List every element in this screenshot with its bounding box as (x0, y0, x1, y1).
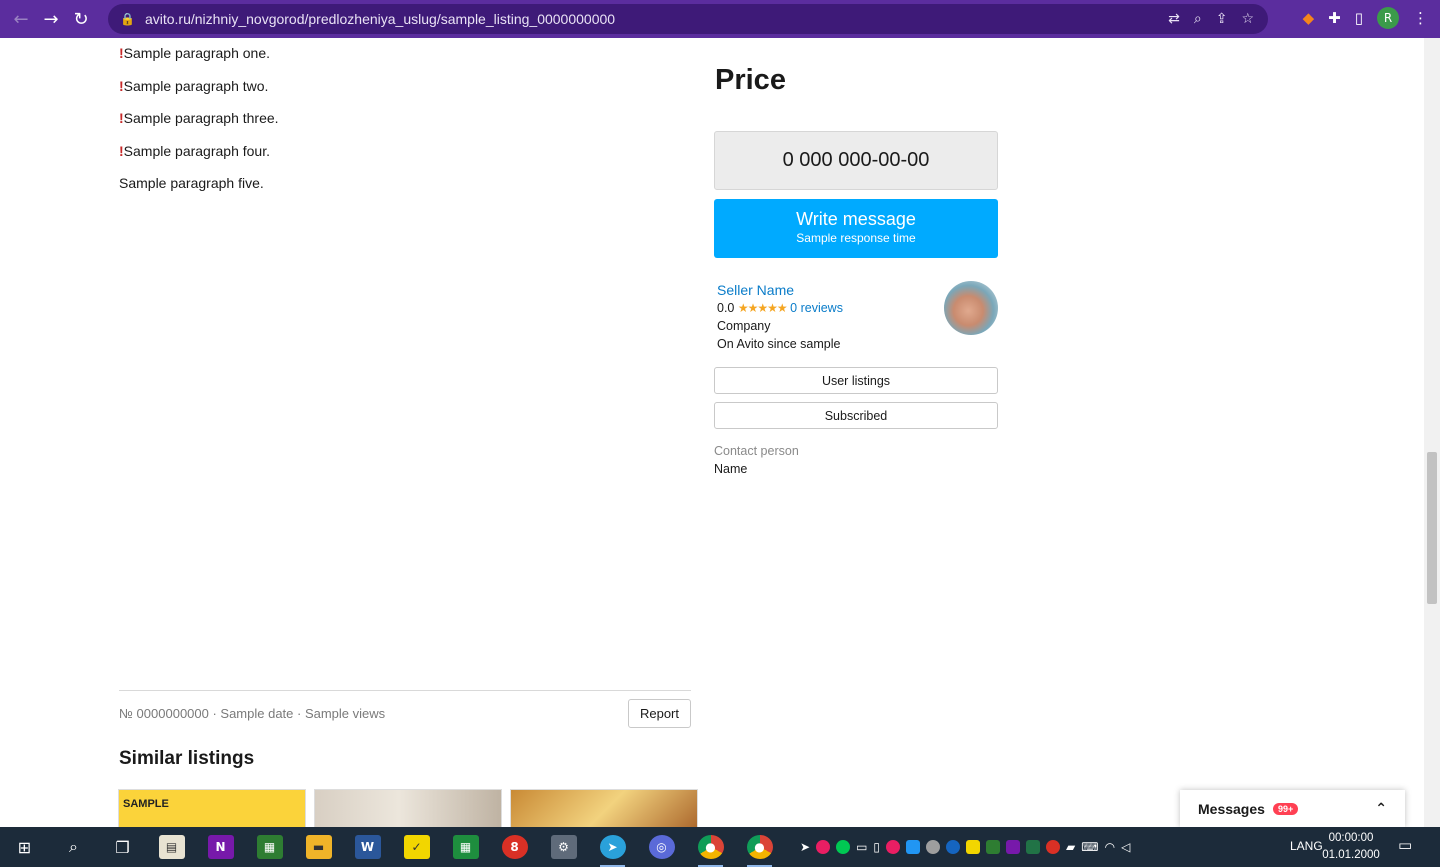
wifi-icon[interactable]: ◠ (1105, 840, 1115, 854)
address-bar[interactable]: 🔒 avito.ru/nizhniy_novgorod/predlozheniy… (108, 4, 1268, 34)
windows-taskbar: ⊞ ⌕ ❐ ▤ N ▦ ▬ W ✓ ▦ 8 ⚙ ➤ ◎ ● ● ➤ ▭ ▯ ▰ … (0, 827, 1440, 867)
yandex-icon[interactable]: 8 (490, 827, 539, 867)
lock-icon[interactable]: 🔒 (120, 12, 135, 26)
word-icon[interactable]: W (343, 827, 392, 867)
reload-icon[interactable]: ↻ (66, 9, 96, 30)
side-panel-icon[interactable]: ▯ (1355, 9, 1363, 27)
language-indicator[interactable]: LANG (1290, 839, 1323, 853)
zoom-icon[interactable]: ⌕ (1194, 11, 1202, 27)
clock-time: 00:00:00 (1328, 832, 1374, 844)
app-tray-icon[interactable] (986, 840, 1001, 854)
similar-title: Similar listings (119, 748, 255, 769)
similar-listing-card[interactable]: SAMPLE (118, 789, 306, 827)
share-icon[interactable]: ⇪ (1216, 11, 1228, 27)
system-tray: ➤ ▭ ▯ ▰ ⌨ ◠ ◁ (800, 827, 1130, 867)
chrome-profile-icon[interactable]: ● (735, 827, 784, 867)
browser-toolbar: ← → ↻ 🔒 avito.ru/nizhniy_novgorod/predlo… (0, 0, 1440, 38)
seller-avatar[interactable] (944, 281, 998, 335)
listing-info: № 0000000000 · Sample date · Sample view… (119, 706, 386, 721)
chart-app-icon[interactable]: ▦ (245, 827, 294, 867)
onenote-icon[interactable]: N (196, 827, 245, 867)
description-paragraph: !Sample paragraph one. (119, 45, 270, 61)
chevron-up-icon[interactable]: ⌃ (1375, 801, 1387, 817)
clock[interactable]: 00:00:00 01.01.2000 (1320, 830, 1382, 864)
profile-avatar[interactable]: R (1377, 7, 1399, 29)
chrome-icon[interactable]: ● (686, 827, 735, 867)
write-message-button[interactable]: Write message Sample response time (714, 199, 998, 258)
sheets-icon[interactable]: ▦ (441, 827, 490, 867)
seller-rating: 0.0 ★★★★★ 0 reviews (717, 301, 843, 315)
url-text[interactable]: avito.ru/nizhniy_novgorod/predlozheniya_… (145, 11, 615, 27)
response-time: Sample response time (796, 231, 916, 245)
notification-center-icon[interactable]: ▭ (1398, 836, 1412, 854)
seller-info: Seller Name 0.0 ★★★★★ 0 reviews Company … (717, 281, 843, 353)
seller-since: On Avito since sample (717, 337, 841, 351)
app-tray-icon[interactable] (1026, 840, 1041, 854)
metamask-extension-icon[interactable]: ◆ (1303, 9, 1315, 27)
contact-person: Contact person Name (714, 442, 799, 478)
bookmark-star-icon[interactable]: ☆ (1241, 11, 1254, 27)
file-icon[interactable]: ▯ (873, 840, 880, 854)
subscribed-button[interactable]: Subscribed (714, 402, 998, 429)
listing-description: !Sample paragraph one. !Sample paragraph… (119, 42, 691, 205)
description-paragraph: Sample paragraph five. (119, 175, 264, 191)
reviews-link[interactable]: 0 reviews (790, 301, 843, 315)
app-tray-icon[interactable] (1006, 840, 1021, 854)
translate-icon[interactable]: ⇄ (1168, 11, 1180, 27)
rating-stars-icon: ★★★★★ (737, 301, 788, 315)
messages-label: Messages (1198, 800, 1265, 817)
file-explorer-icon[interactable]: ▬ (294, 827, 343, 867)
usb-icon[interactable]: ▰ (1066, 840, 1075, 854)
messages-badge: 99+ (1272, 802, 1299, 815)
monitor-icon[interactable]: ▭ (856, 840, 867, 854)
browser-menu-icon[interactable]: ⋮ (1413, 9, 1428, 27)
search-icon[interactable]: ⌕ (49, 827, 98, 867)
similar-listing-card[interactable] (510, 789, 698, 827)
seller-type: Company (717, 319, 771, 333)
sticky-notes-icon[interactable]: ✓ (392, 827, 441, 867)
scrollbar-thumb[interactable] (1427, 452, 1437, 604)
phone-button[interactable]: 0 000 000-00-00 (714, 131, 998, 190)
app-tray-icon[interactable] (836, 840, 851, 854)
task-view-icon[interactable]: ❐ (98, 827, 147, 867)
extensions-puzzle-icon[interactable]: ✚ (1328, 9, 1341, 27)
contact-label: Contact person (714, 444, 799, 458)
complain-button[interactable]: Report (627, 699, 691, 728)
vpn-icon[interactable]: ◎ (637, 827, 686, 867)
description-paragraph: !Sample paragraph three. (119, 110, 279, 126)
notes-app-icon[interactable]: ▤ (147, 827, 196, 867)
app-tray-icon[interactable] (816, 840, 831, 854)
app-tray-icon[interactable] (906, 840, 921, 854)
description-paragraph: !Sample paragraph four. (119, 142, 270, 159)
listing-meta: № 0000000000 · Sample date · Sample view… (119, 690, 691, 728)
seller-name-link[interactable]: Seller Name (717, 281, 843, 299)
keyboard-icon[interactable]: ⌨ (1081, 840, 1098, 854)
app-tray-icon[interactable] (886, 840, 901, 854)
similar-thumbnails: SAMPLE (118, 789, 698, 827)
settings-app-icon[interactable]: ⚙ (539, 827, 588, 867)
page-content: !Sample paragraph one. !Sample paragraph… (0, 38, 1424, 827)
price: Price (715, 64, 786, 96)
contact-name: Name (714, 462, 748, 476)
scrollbar-track[interactable] (1424, 38, 1440, 827)
telegram-icon[interactable]: ➤ (588, 827, 637, 867)
app-tray-icon[interactable] (966, 840, 981, 854)
clock-date: 01.01.2000 (1322, 849, 1380, 861)
description-paragraph: !Sample paragraph two. (119, 77, 269, 94)
back-arrow-icon[interactable]: ← (6, 9, 36, 30)
windows-start-icon[interactable]: ⊞ (0, 827, 49, 867)
write-message-label: Write message (796, 209, 916, 229)
volume-icon[interactable]: ◁ (1121, 840, 1130, 854)
app-tray-icon[interactable] (946, 840, 961, 854)
messages-panel[interactable]: Messages 99+ ⌃ (1180, 790, 1405, 827)
app-tray-icon[interactable] (1046, 840, 1061, 854)
forward-arrow-icon[interactable]: → (36, 9, 66, 30)
app-tray-icon[interactable] (926, 840, 941, 854)
user-ads-button[interactable]: User listings (714, 367, 998, 394)
send-icon[interactable]: ➤ (800, 840, 810, 854)
similar-listing-card[interactable] (314, 789, 502, 827)
